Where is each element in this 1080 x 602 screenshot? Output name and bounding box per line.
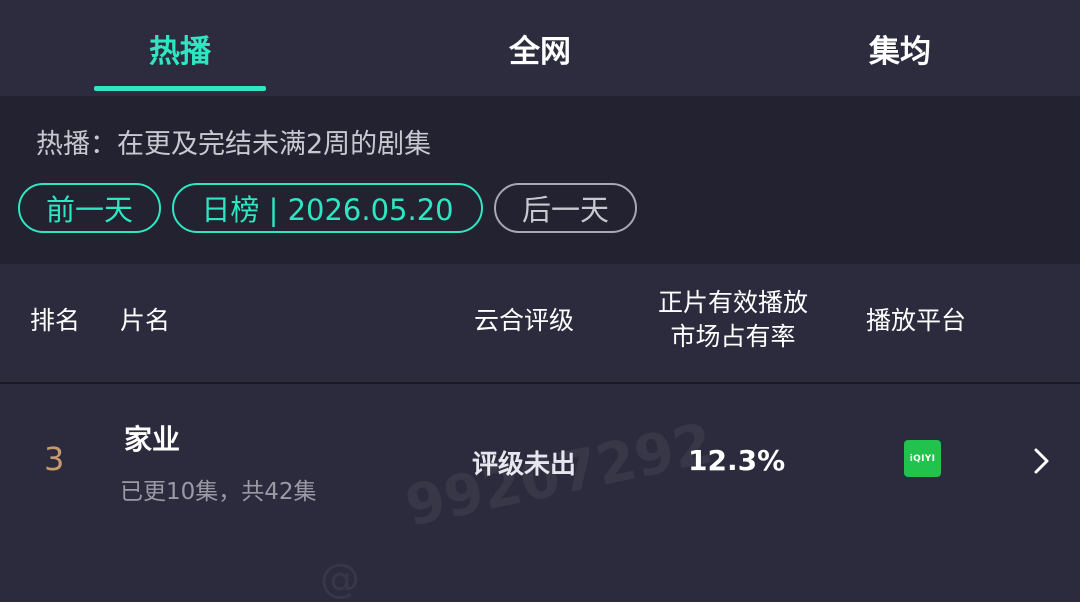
row-title: 家业 (124, 423, 181, 456)
tab-hot-label: 热播 (149, 33, 211, 70)
tab-all-network-label: 全网 (509, 33, 571, 70)
tab-all-network[interactable]: 全网 (360, 0, 720, 96)
header-rank: 排名 (30, 306, 81, 335)
row-rank: 3 (44, 440, 65, 478)
row-episode-status: 已更10集，共42集 (120, 479, 317, 505)
iqiyi-logo-icon: iQIYI (904, 440, 941, 477)
header-market-share-line1: 正片有效播放 (657, 288, 808, 317)
previous-day-button[interactable]: 前一天 (18, 183, 161, 233)
header-rating: 云合评级 (474, 306, 575, 335)
ranking-description: 热播：在更及完结未满2周的剧集 (36, 129, 432, 160)
tab-episode-average-label: 集均 (869, 33, 931, 70)
watermark-at: @ (320, 556, 360, 602)
next-day-button[interactable]: 后一天 (494, 183, 637, 233)
table-header: 排名 片名 云合评级 正片有效播放 市场占有率 播放平台 (0, 264, 1080, 384)
active-tab-indicator (94, 86, 266, 91)
header-market-share: 正片有效播放 市场占有率 (650, 286, 816, 354)
chevron-right-icon[interactable] (1030, 446, 1052, 476)
tab-episode-average[interactable]: 集均 (720, 0, 1080, 96)
header-title: 片名 (120, 306, 171, 335)
date-selector-button[interactable]: 日榜 | 2026.05.20 (172, 183, 483, 233)
header-market-share-line2: 市场占有率 (670, 322, 796, 351)
tab-bar: 热播 全网 集均 (0, 0, 1080, 96)
header-platform: 播放平台 (866, 306, 967, 335)
tab-hot[interactable]: 热播 (0, 0, 360, 96)
